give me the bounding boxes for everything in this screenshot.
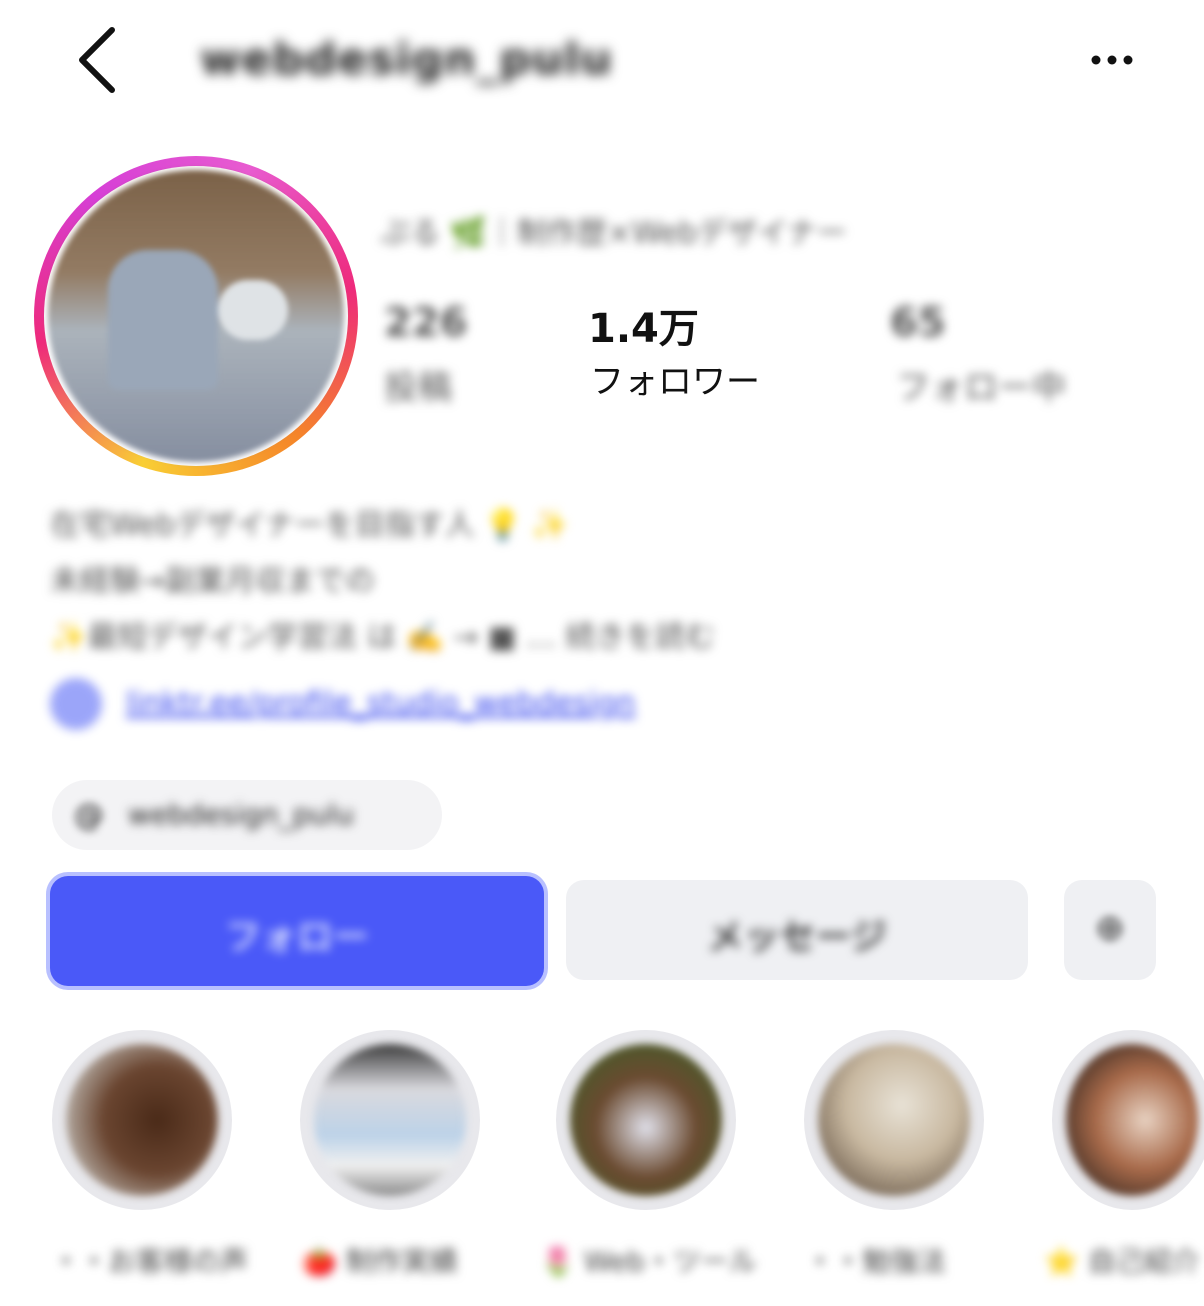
highlight-cover xyxy=(818,1044,970,1196)
threads-handle: webdesign_pulu xyxy=(128,798,354,831)
bio-line: 在宅Webデザイナーを目指す人 💡 ✨ xyxy=(50,508,569,543)
following-label[interactable]: フォロー中 xyxy=(896,360,1066,409)
highlight-label: 🍅 制作実績 xyxy=(302,1245,458,1278)
highlight-label: ⭐ 自己紹介 xyxy=(1044,1245,1200,1278)
following-count[interactable]: 65 xyxy=(890,300,946,346)
back-button[interactable] xyxy=(70,22,130,98)
bio-line: 未経験→副業月収までの xyxy=(50,564,376,599)
chevron-left-icon xyxy=(79,27,115,93)
highlight-item[interactable] xyxy=(1052,1030,1204,1210)
highlight-item[interactable] xyxy=(556,1030,736,1210)
follow-button-label: フォロー xyxy=(224,917,369,958)
display-name: ぷる 🌿｜制作歴×Webデザイナー xyxy=(380,216,847,251)
highlight-label: 🌷 Web・ツール xyxy=(540,1245,757,1278)
followers-label[interactable]: フォロワー xyxy=(590,354,760,403)
highlight-cover xyxy=(314,1044,466,1196)
highlight-item[interactable] xyxy=(804,1030,984,1210)
message-button-label: メッセージ xyxy=(707,917,887,958)
suggested-accounts-button[interactable]: ⊕ xyxy=(1064,880,1156,980)
highlight-item[interactable] xyxy=(52,1030,232,1210)
highlight-label: ・・勉強法 xyxy=(806,1245,947,1278)
add-person-icon: ⊕ xyxy=(1094,908,1126,949)
highlight-cover xyxy=(1066,1044,1198,1196)
threads-badge[interactable]: @ webdesign_pulu xyxy=(52,780,442,850)
more-options-button[interactable] xyxy=(1082,40,1142,80)
posts-count[interactable]: 226 xyxy=(384,300,468,346)
threads-icon: @ xyxy=(74,798,104,833)
highlight-label: ・・お客様の声 xyxy=(52,1245,249,1278)
message-button[interactable]: メッセージ xyxy=(566,880,1028,980)
link-icon xyxy=(50,678,102,730)
highlight-cover xyxy=(570,1044,722,1196)
highlight-item[interactable] xyxy=(300,1030,480,1210)
posts-label: 投稿 xyxy=(384,368,452,408)
follow-button[interactable]: フォロー xyxy=(50,876,544,986)
avatar-photo xyxy=(48,170,344,462)
more-horizontal-icon xyxy=(1091,55,1133,65)
profile-link-text[interactable]: linktr.ee/profile_studio_webdesign xyxy=(126,686,635,721)
profile-avatar[interactable] xyxy=(34,156,358,476)
profile-username: webdesign_pulu xyxy=(200,34,613,85)
followers-count[interactable]: 1.4万 xyxy=(588,296,699,354)
bio-line[interactable]: ✨最短デザイン学習法 は ✍️ → ■ … 続きを読む xyxy=(50,612,715,656)
highlight-cover xyxy=(66,1044,218,1196)
